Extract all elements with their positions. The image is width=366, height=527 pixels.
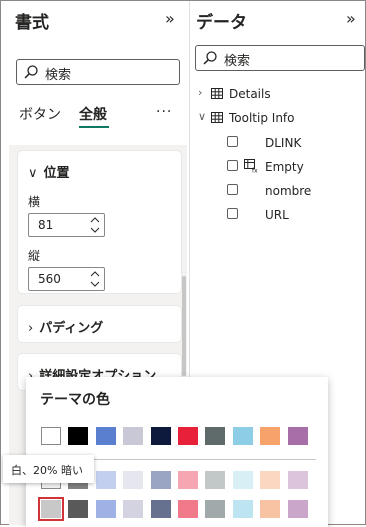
field-name: nombre	[265, 184, 312, 198]
field-checkbox[interactable]	[227, 136, 238, 147]
position-section-header[interactable]: ∨ 位置	[28, 162, 70, 181]
color-swatch[interactable]	[260, 427, 281, 445]
chevron-right-icon[interactable]: ›	[198, 86, 202, 99]
color-swatch[interactable]	[287, 427, 308, 445]
color-swatch[interactable]	[260, 471, 281, 489]
measure-calculator-icon: fx	[244, 159, 258, 174]
tab-general[interactable]: 全般	[79, 104, 107, 124]
color-swatch[interactable]	[178, 500, 198, 518]
padding-card[interactable]: › パディング	[18, 306, 181, 342]
active-tab-indicator	[79, 126, 109, 128]
table-details[interactable]: › Details	[198, 86, 358, 102]
stepper-arrows-icon[interactable]	[89, 269, 101, 289]
field-nombre[interactable]: nombre	[227, 183, 357, 199]
format-search-placeholder: 検索	[45, 68, 72, 83]
data-search-input[interactable]: 検索	[195, 45, 365, 71]
y-position-stepper[interactable]: 560	[28, 267, 105, 291]
color-swatch[interactable]	[150, 471, 171, 489]
x-position-stepper[interactable]: 81	[28, 213, 105, 237]
field-checkbox[interactable]	[227, 160, 238, 171]
color-swatch[interactable]	[232, 500, 253, 518]
color-picker-popup: テーマの色	[26, 377, 328, 527]
padding-section-header[interactable]: › パディング	[28, 317, 103, 336]
color-swatch[interactable]	[68, 427, 89, 445]
table-name: Details	[229, 87, 271, 101]
field-checkbox[interactable]	[227, 208, 238, 219]
color-swatch[interactable]	[68, 500, 89, 518]
color-tooltip: 白、20% 暗い	[3, 455, 94, 483]
chevron-down-icon[interactable]: ∨	[198, 110, 206, 123]
x-position-label: 横	[28, 195, 41, 209]
color-swatch[interactable]	[178, 471, 198, 489]
theme-colors-title: テーマの色	[40, 392, 110, 408]
search-icon	[24, 65, 38, 79]
svg-text:fx: fx	[252, 168, 258, 174]
color-swatch[interactable]	[205, 427, 226, 445]
color-swatch[interactable]	[123, 427, 144, 445]
table-name: Tooltip Info	[229, 111, 295, 125]
field-dlink[interactable]: DLINK	[227, 135, 357, 151]
color-swatch[interactable]	[287, 500, 308, 518]
data-search-placeholder: 検索	[224, 54, 251, 69]
tab-button[interactable]: ボタン	[19, 104, 61, 124]
color-swatch[interactable]	[95, 427, 116, 445]
color-swatch[interactable]	[205, 471, 226, 489]
position-section-title: 位置	[43, 166, 70, 181]
position-card: ∨ 位置 横 81 縦 560	[18, 151, 181, 293]
search-icon	[203, 51, 217, 65]
x-position-value: 81	[38, 218, 54, 232]
padding-section-title: パディング	[39, 321, 104, 336]
chevron-down-icon: ∨	[28, 166, 38, 181]
color-tooltip-text: 白、20% 暗い	[11, 464, 83, 477]
color-swatch[interactable]	[260, 500, 281, 518]
data-pane-title: データ	[196, 13, 247, 33]
color-swatch[interactable]	[150, 427, 171, 445]
table-icon	[211, 112, 223, 123]
collapse-data-pane-icon[interactable]: »	[346, 9, 356, 28]
format-search-input[interactable]: 検索	[16, 59, 180, 85]
field-empty[interactable]: fx Empty	[227, 159, 357, 175]
collapse-format-pane-icon[interactable]: »	[165, 9, 175, 28]
color-swatch[interactable]	[123, 500, 144, 518]
color-swatch[interactable]	[205, 500, 226, 518]
color-swatch[interactable]	[95, 500, 116, 518]
format-pane-scrollbar[interactable]	[182, 276, 186, 376]
more-options-button[interactable]: ···	[156, 104, 172, 120]
color-swatch[interactable]	[178, 427, 198, 445]
table-icon	[211, 88, 223, 99]
chevron-right-icon: ›	[28, 321, 34, 336]
color-swatch[interactable]	[95, 471, 116, 489]
y-position-label: 縦	[28, 249, 41, 263]
color-swatch[interactable]	[150, 500, 171, 518]
stepper-arrows-icon[interactable]	[89, 215, 101, 235]
table-tooltip-info[interactable]: ∨ Tooltip Info	[198, 110, 358, 126]
color-swatch-selected[interactable]	[38, 497, 64, 521]
field-checkbox[interactable]	[227, 184, 238, 195]
color-swatch[interactable]	[232, 471, 253, 489]
y-position-value: 560	[38, 272, 61, 286]
field-url[interactable]: URL	[227, 207, 357, 223]
color-swatch[interactable]	[41, 427, 61, 445]
color-swatch[interactable]	[232, 427, 253, 445]
color-swatch[interactable]	[123, 471, 144, 489]
field-name: Empty	[265, 160, 304, 174]
color-swatch[interactable]	[287, 471, 308, 489]
field-name: DLINK	[265, 136, 302, 150]
field-name: URL	[265, 208, 289, 222]
format-pane-title: 書式	[15, 13, 49, 33]
